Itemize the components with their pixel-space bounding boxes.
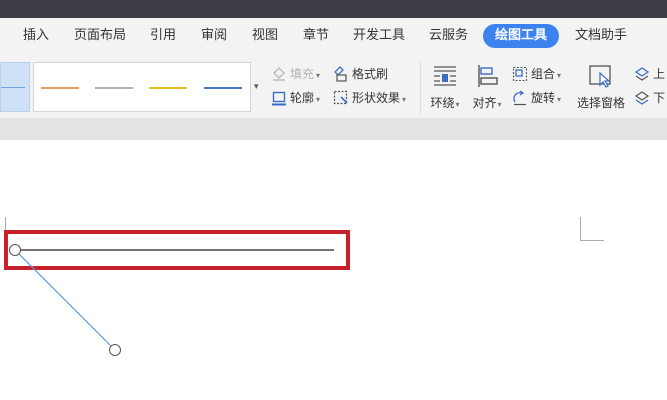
ribbon-divider (420, 62, 421, 114)
selected-line-style[interactable] (0, 62, 30, 112)
group-icon (512, 66, 528, 82)
document-canvas[interactable] (0, 140, 667, 400)
tab-page-layout[interactable]: 页面布局 (74, 18, 126, 54)
ribbon-bottom-border (0, 118, 667, 140)
chevron-down-icon: ▾ (497, 100, 502, 109)
send-backward-icon (634, 90, 650, 106)
shape-effect-icon (333, 90, 349, 106)
chevron-down-icon: ▾ (455, 100, 460, 109)
line-style-gray[interactable] (95, 87, 133, 89)
tab-drawing-tools[interactable]: 绘图工具 (483, 24, 559, 48)
chevron-down-icon: ▾ (557, 95, 562, 104)
tab-cloud-services[interactable]: 云服务 (429, 18, 468, 54)
line-style-preview (1, 87, 25, 88)
tab-developer-tools[interactable]: 开发工具 (353, 18, 405, 54)
gallery-more-button[interactable]: ▾ (252, 62, 264, 112)
fill-button[interactable]: 填充 ▾ (271, 64, 320, 84)
align-button[interactable]: 对齐▾ (468, 64, 506, 112)
line-style-blue[interactable] (204, 87, 242, 89)
tab-review[interactable]: 审阅 (201, 18, 227, 54)
format-painter-icon (333, 65, 349, 82)
tab-references[interactable]: 引用 (150, 18, 176, 54)
text-wrap-icon (432, 64, 458, 88)
tab-document-assistant[interactable]: 文档助手 (575, 18, 627, 54)
bring-forward-icon (634, 66, 650, 82)
line-style-yellow[interactable] (149, 87, 187, 89)
chevron-down-icon: ▾ (557, 71, 562, 80)
wrap-text-button[interactable]: 环绕▾ (426, 64, 464, 112)
selection-pane-icon (588, 64, 614, 88)
bring-forward-button[interactable]: 上 (634, 64, 665, 84)
highlight-annotation (4, 230, 350, 270)
chevron-down-icon: ▾ (316, 95, 321, 104)
line-style-gallery (33, 62, 251, 112)
tab-insert[interactable]: 插入 (23, 18, 49, 54)
wrap-label: 环绕 (430, 96, 455, 110)
line-style-orange[interactable] (41, 87, 79, 89)
send-backward-label: 下 (653, 91, 666, 105)
shape-effect-button[interactable]: 形状效果 ▾ (333, 88, 406, 108)
fill-bucket-icon (271, 66, 287, 82)
rotate-button[interactable]: 旋转 ▾ (512, 88, 561, 108)
outline-button[interactable]: 轮廓 ▾ (271, 88, 320, 108)
tab-chapter[interactable]: 章节 (303, 18, 329, 54)
ribbon-toolbar: ▾ 填充 ▾ 轮廓 ▾ 格式刷 形状效果 ▾ 环绕▾ 对齐▾ 组合 ▾ 旋转 ▾… (0, 54, 667, 118)
group-label: 组合 (531, 67, 556, 81)
group-button[interactable]: 组合 ▾ (512, 64, 561, 84)
page-margin-corner (580, 217, 604, 241)
send-backward-button[interactable]: 下 (634, 88, 665, 108)
chevron-down-icon: ▾ (254, 82, 259, 92)
shape-effect-label: 形状效果 (352, 91, 401, 105)
format-painter-button[interactable]: 格式刷 (333, 64, 388, 84)
outline-label: 轮廓 (290, 91, 315, 105)
align-left-icon (474, 64, 500, 88)
selection-pane-label: 选择窗格 (576, 96, 625, 110)
menu-bar: 插入 页面布局 引用 审阅 视图 章节 开发工具 云服务 绘图工具 文档助手 (0, 18, 667, 54)
title-bar (0, 0, 667, 18)
tab-view[interactable]: 视图 (252, 18, 278, 54)
outline-square-icon (271, 90, 287, 106)
format-painter-label: 格式刷 (352, 67, 389, 81)
fill-label: 填充 (290, 67, 315, 81)
chevron-down-icon: ▾ (316, 71, 321, 80)
rotate-icon (512, 89, 528, 106)
selection-pane-button[interactable]: 选择窗格 (575, 64, 627, 112)
align-label: 对齐 (472, 96, 497, 110)
rotate-label: 旋转 (531, 91, 556, 105)
chevron-down-icon: ▾ (402, 95, 407, 104)
bring-forward-label: 上 (653, 67, 666, 81)
